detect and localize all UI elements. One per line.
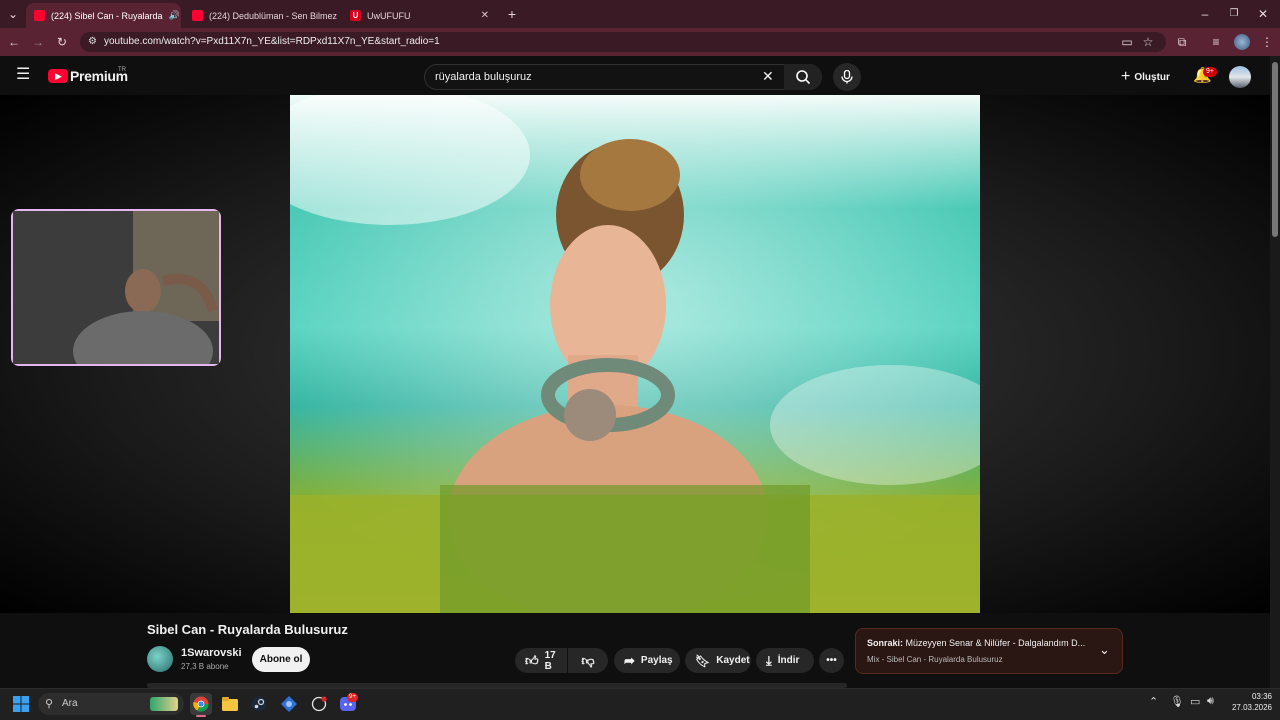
channel-avatar[interactable] bbox=[147, 646, 173, 672]
webcam-feed-image bbox=[13, 211, 219, 391]
more-actions-button[interactable]: ••• bbox=[819, 648, 844, 673]
region-code: TR bbox=[118, 67, 126, 73]
up-next-title: Müzeyyen Senar & Nilüfer - Dalgalandım D… bbox=[905, 638, 1086, 648]
share-label: Paylaş bbox=[640, 655, 673, 666]
search-button[interactable] bbox=[784, 64, 822, 90]
channel-name[interactable]: 1Swarovski bbox=[181, 647, 242, 659]
chevron-down-icon[interactable]: ⌄ bbox=[1099, 642, 1110, 658]
webcam-overlay bbox=[11, 209, 221, 391]
youtube-favicon-icon bbox=[192, 10, 203, 21]
video-player[interactable] bbox=[290, 95, 980, 613]
battle-net-icon[interactable] bbox=[278, 693, 300, 715]
account-avatar[interactable] bbox=[1229, 66, 1251, 88]
profile-avatar[interactable] bbox=[1234, 34, 1250, 50]
forward-icon[interactable]: → bbox=[29, 28, 47, 56]
up-next-prefix: Sonraki: bbox=[867, 638, 904, 648]
bookmark-star-icon[interactable]: ☆ bbox=[1139, 28, 1157, 56]
video-frame-image bbox=[290, 95, 980, 613]
url-text: youtube.com/watch?v=Pxd11X7n_YE&list=RDP… bbox=[104, 36, 440, 47]
app-icon[interactable] bbox=[308, 693, 330, 715]
save-label: Kaydet bbox=[716, 655, 750, 666]
download-label: İndir bbox=[777, 655, 800, 666]
microphone-icon bbox=[841, 70, 853, 84]
tab-search-icon[interactable]: ⌄ bbox=[4, 0, 22, 28]
notification-badge: 9+ bbox=[1203, 67, 1217, 77]
tab-label: (224) Dedublüman - Sen Bilmez bbox=[209, 10, 338, 21]
dislike-button[interactable]: 👎︎ bbox=[568, 648, 608, 673]
scrollbar-thumb[interactable] bbox=[1272, 62, 1278, 237]
site-info-icon[interactable]: ⚙ bbox=[88, 32, 97, 52]
hamburger-menu-icon[interactable]: ☰ bbox=[16, 66, 30, 84]
search-icon bbox=[796, 70, 811, 85]
search-icon: ⚲ bbox=[45, 698, 54, 710]
file-explorer-icon[interactable] bbox=[219, 693, 241, 715]
clock-time: 03:36 bbox=[1251, 692, 1272, 701]
tab-dedubluman[interactable]: (224) Dedublüman - Sen Bilmez ✕ bbox=[184, 3, 339, 28]
tab-sibel-can[interactable]: (224) Sibel Can - Ruyalarda 🔊 ✕ bbox=[26, 3, 181, 28]
minimize-icon[interactable]: – bbox=[1196, 0, 1214, 28]
thumbs-up-icon: 👍︎ bbox=[525, 652, 539, 668]
create-label: Oluştur bbox=[1134, 71, 1170, 83]
extensions-icon[interactable]: ⧉ bbox=[1173, 28, 1191, 56]
address-bar[interactable]: ⚙ youtube.com/watch?v=Pxd11X7n_YE&list=R… bbox=[80, 32, 1166, 52]
tab-label: UwUFUFU bbox=[367, 10, 411, 21]
plus-icon: + bbox=[1121, 68, 1131, 85]
like-button[interactable]: 👍︎ 17 B bbox=[515, 648, 567, 673]
share-icon: ➦ bbox=[624, 652, 635, 668]
windows-start-icon[interactable] bbox=[10, 693, 32, 715]
audio-icon[interactable]: 🔊 bbox=[169, 10, 180, 21]
download-button[interactable]: ⤓ İndir bbox=[756, 648, 814, 673]
chrome-taskbar-icon[interactable] bbox=[190, 693, 212, 715]
subscriber-count: 27,3 B abone bbox=[181, 662, 229, 671]
back-icon[interactable]: ← bbox=[5, 28, 23, 56]
up-next-title-row: Sonraki: Müzeyyen Senar & Nilüfer - Dalg… bbox=[867, 638, 1085, 648]
video-title: Sibel Can - Ruyalarda Bulusuruz bbox=[147, 622, 348, 637]
youtube-logo-icon[interactable]: ▶ bbox=[48, 69, 68, 83]
active-app-indicator bbox=[196, 715, 206, 717]
clock[interactable]: 03:36 27.03.2026 bbox=[1226, 691, 1272, 713]
save-button[interactable]: 🔖︎ Kaydet bbox=[685, 648, 751, 673]
discord-badge: 9+ bbox=[347, 693, 358, 702]
window-close-icon[interactable]: ✕ bbox=[1254, 0, 1272, 28]
restore-icon[interactable]: ❐ bbox=[1225, 0, 1243, 28]
microphone-tray-icon[interactable]: 🎙︎ bbox=[1170, 695, 1184, 708]
subscribe-button[interactable]: Abone ol bbox=[252, 647, 310, 672]
like-count: 17 B bbox=[544, 649, 556, 672]
menu-kebab-icon[interactable]: ⋮ bbox=[1258, 28, 1276, 56]
up-next-card[interactable]: Sonraki: Müzeyyen Senar & Nilüfer - Dalg… bbox=[855, 628, 1123, 674]
youtube-favicon-icon bbox=[34, 10, 45, 21]
create-button[interactable]: + Oluştur bbox=[1121, 68, 1170, 86]
reload-icon[interactable]: ↻ bbox=[53, 28, 71, 56]
close-icon[interactable]: ✕ bbox=[481, 10, 489, 21]
uwufufu-favicon-icon: U bbox=[350, 10, 361, 21]
share-button[interactable]: ➦ Paylaş bbox=[614, 648, 680, 673]
reading-list-icon[interactable]: ≡ bbox=[1207, 28, 1225, 56]
tab-uwufufu[interactable]: U UwUFUFU ✕ bbox=[342, 3, 497, 28]
voice-search-button[interactable] bbox=[833, 63, 861, 91]
show-hidden-icons-chevron-icon[interactable]: ⌃ bbox=[1149, 695, 1158, 708]
search-highlight-icon bbox=[150, 697, 178, 711]
new-tab-button[interactable]: + bbox=[503, 0, 521, 28]
download-icon: ⤓ bbox=[766, 652, 772, 668]
taskbar-search[interactable]: ⚲ Ara bbox=[38, 693, 184, 715]
volume-icon[interactable]: 🔊︎ bbox=[1207, 695, 1214, 708]
steam-icon[interactable] bbox=[248, 693, 270, 715]
clock-date: 27.03.2026 bbox=[1231, 703, 1272, 712]
network-icon[interactable]: ▭ bbox=[1190, 695, 1200, 708]
tab-label: (224) Sibel Can - Ruyalarda bbox=[51, 10, 163, 21]
bookmark-icon: 🔖︎ bbox=[695, 653, 711, 668]
cast-icon[interactable]: ▭ bbox=[1118, 28, 1136, 56]
up-next-subtitle: Mix - Sibel Can - Ruyalarda Bulusuruz bbox=[867, 655, 1003, 664]
taskbar-search-placeholder: Ara bbox=[62, 698, 78, 709]
more-horizontal-icon: ••• bbox=[826, 655, 837, 666]
clear-search-icon[interactable]: ✕ bbox=[762, 66, 774, 86]
thumbs-down-icon: 👎︎ bbox=[581, 652, 595, 668]
